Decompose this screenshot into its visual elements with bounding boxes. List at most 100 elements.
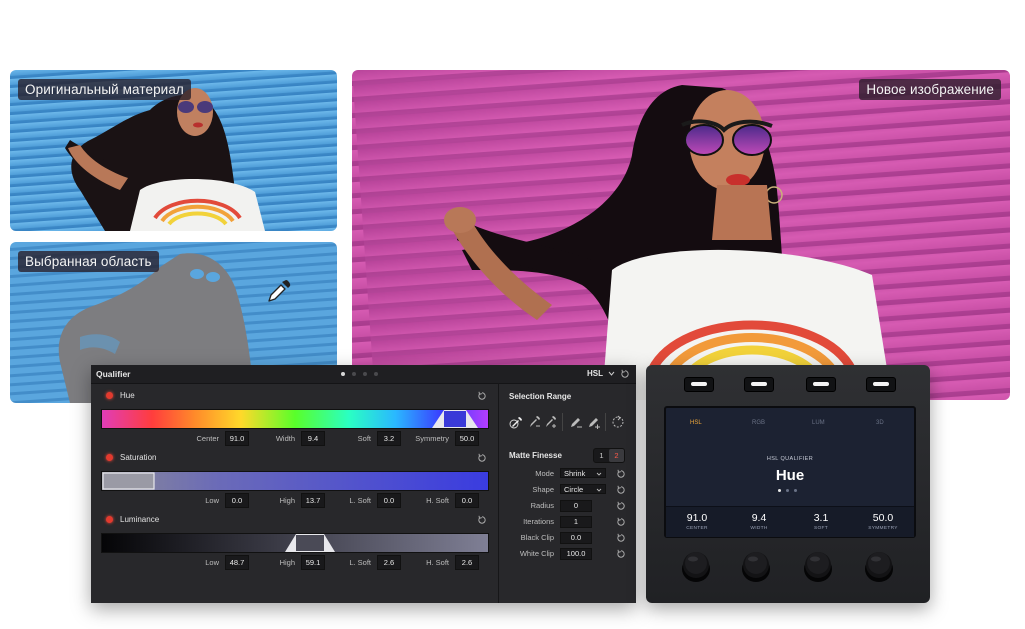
lum-field-high[interactable]: High 59.1: [251, 555, 325, 570]
lum-field-hsoft[interactable]: H. Soft 2.6: [401, 555, 479, 570]
luminance-label: Luminance: [120, 515, 160, 524]
caption-original: Оригинальный материал: [18, 79, 191, 100]
sat-field-low[interactable]: Low 0.0: [171, 493, 249, 508]
screen-value-soft: 3.1: [813, 512, 829, 524]
mode-dropdown[interactable]: Shrink: [560, 468, 606, 478]
hue-field-soft[interactable]: Soft 3.2: [331, 431, 401, 446]
radius-field[interactable]: 0: [560, 500, 592, 512]
field-value[interactable]: 2.6: [377, 555, 401, 570]
field-value[interactable]: 0.0: [225, 493, 249, 508]
mode-select[interactable]: HSL: [587, 369, 615, 378]
field-value[interactable]: 59.1: [301, 555, 325, 570]
knob-2[interactable]: [741, 549, 771, 583]
field-value[interactable]: 48.7: [225, 555, 249, 570]
mf-row-iterations: Iterations 1: [504, 516, 624, 528]
hw-button-2[interactable]: [744, 377, 774, 392]
white-clip-reset-icon[interactable]: [616, 549, 626, 559]
pen-minus-icon[interactable]: [569, 415, 583, 429]
field-value[interactable]: 13.7: [301, 493, 325, 508]
knob-1[interactable]: [681, 549, 711, 583]
mf-row-white-clip: White Clip 100.0: [504, 548, 624, 560]
chevron-down-icon: [596, 485, 602, 498]
eyedropper-cursor-icon: [266, 278, 292, 304]
mf-label: White Clip: [519, 549, 554, 558]
shape-dropdown[interactable]: Circle: [560, 484, 606, 494]
pen-plus-icon[interactable]: [587, 415, 601, 429]
hue-field-symmetry[interactable]: Symmetry 50.0: [401, 431, 479, 446]
knob-4[interactable]: [864, 549, 894, 583]
saturation-enable-led[interactable]: [106, 454, 113, 461]
screen-dot: [794, 489, 797, 492]
invert-icon[interactable]: [611, 415, 625, 429]
black-clip-reset-icon[interactable]: [616, 533, 626, 543]
lum-field-lsoft[interactable]: L. Soft 2.6: [331, 555, 401, 570]
eyedropper-minus-icon[interactable]: [527, 415, 541, 429]
field-label: Low: [205, 496, 219, 505]
sat-field-high[interactable]: High 13.7: [251, 493, 325, 508]
luminance-header: Luminance: [106, 515, 159, 524]
original-photo: Оригинальный материал: [10, 70, 337, 231]
field-label: H. Soft: [426, 558, 449, 567]
screen-value-width: 9.4: [751, 512, 767, 524]
saturation-reset-icon[interactable]: [477, 453, 487, 463]
reset-all-icon[interactable]: [620, 369, 630, 379]
page-dots[interactable]: [341, 372, 378, 376]
hw-button-4[interactable]: [866, 377, 896, 392]
hw-button-1[interactable]: [684, 377, 714, 392]
page-dot[interactable]: [374, 372, 378, 376]
hue-field-center[interactable]: Center 91.0: [171, 431, 249, 446]
mf-value: Shrink: [564, 469, 586, 478]
page-dot[interactable]: [352, 372, 356, 376]
screen-subtitle: HSL QUALIFIER: [766, 456, 814, 462]
screen-tab-rgb[interactable]: RGB: [752, 420, 765, 426]
mf-row-mode: Mode Shrink: [504, 468, 624, 480]
mf-label: Radius: [530, 501, 554, 510]
field-value[interactable]: 3.2: [377, 431, 401, 446]
page-dot[interactable]: [341, 372, 345, 376]
field-value[interactable]: 9.4: [301, 431, 325, 446]
page-dot[interactable]: [363, 372, 367, 376]
mf-label: Mode: [535, 469, 554, 478]
hue-field-width[interactable]: Width 9.4: [251, 431, 325, 446]
matte-tabs: 1 2: [593, 448, 625, 463]
sat-field-lsoft[interactable]: L. Soft 0.0: [331, 493, 401, 508]
knob-3[interactable]: [803, 549, 833, 583]
luminance-range-bar[interactable]: [101, 533, 489, 553]
saturation-header: Saturation: [106, 453, 156, 462]
luminance-enable-led[interactable]: [106, 516, 113, 523]
screen-tab-3d[interactable]: 3D: [876, 420, 884, 426]
hue-range-bar[interactable]: [101, 409, 489, 429]
saturation-label: Saturation: [120, 453, 157, 462]
hue-enable-led[interactable]: [106, 392, 113, 399]
field-value[interactable]: 91.0: [225, 431, 249, 446]
mode-reset-icon[interactable]: [616, 469, 626, 479]
screen-tab-lum[interactable]: LUM: [812, 420, 825, 426]
black-clip-field[interactable]: 0.0: [560, 532, 592, 544]
eyedropper-plus-icon[interactable]: [543, 415, 557, 429]
field-value[interactable]: 2.6: [455, 555, 479, 570]
field-value[interactable]: 0.0: [455, 493, 479, 508]
saturation-range-bar[interactable]: [101, 471, 489, 491]
iterations-field[interactable]: 1: [560, 516, 592, 528]
radius-reset-icon[interactable]: [616, 501, 626, 511]
field-label: L. Soft: [349, 496, 371, 505]
shape-reset-icon[interactable]: [616, 485, 626, 495]
field-value[interactable]: 50.0: [455, 431, 479, 446]
qualifier-titlebar: Qualifier HSL: [91, 365, 636, 384]
field-value[interactable]: 0.0: [377, 493, 401, 508]
luminance-reset-icon[interactable]: [477, 515, 487, 525]
hw-button-3[interactable]: [806, 377, 836, 392]
sat-field-hsoft[interactable]: H. Soft 0.0: [401, 493, 479, 508]
eyedropper-icon[interactable]: [509, 415, 523, 429]
mf-row-black-clip: Black Clip 0.0: [504, 532, 624, 544]
field-label: Width: [275, 434, 295, 443]
matte-tab-2[interactable]: 2: [609, 449, 624, 462]
mf-label: Iterations: [523, 517, 554, 526]
screen-value-symmetry: 50.0: [872, 512, 894, 524]
screen-tab-hsl[interactable]: HSL: [690, 420, 702, 426]
white-clip-field[interactable]: 100.0: [560, 548, 592, 560]
matte-tab-1[interactable]: 1: [594, 449, 609, 462]
lum-field-low[interactable]: Low 48.7: [171, 555, 249, 570]
hue-reset-icon[interactable]: [477, 391, 487, 401]
iterations-reset-icon[interactable]: [616, 517, 626, 527]
